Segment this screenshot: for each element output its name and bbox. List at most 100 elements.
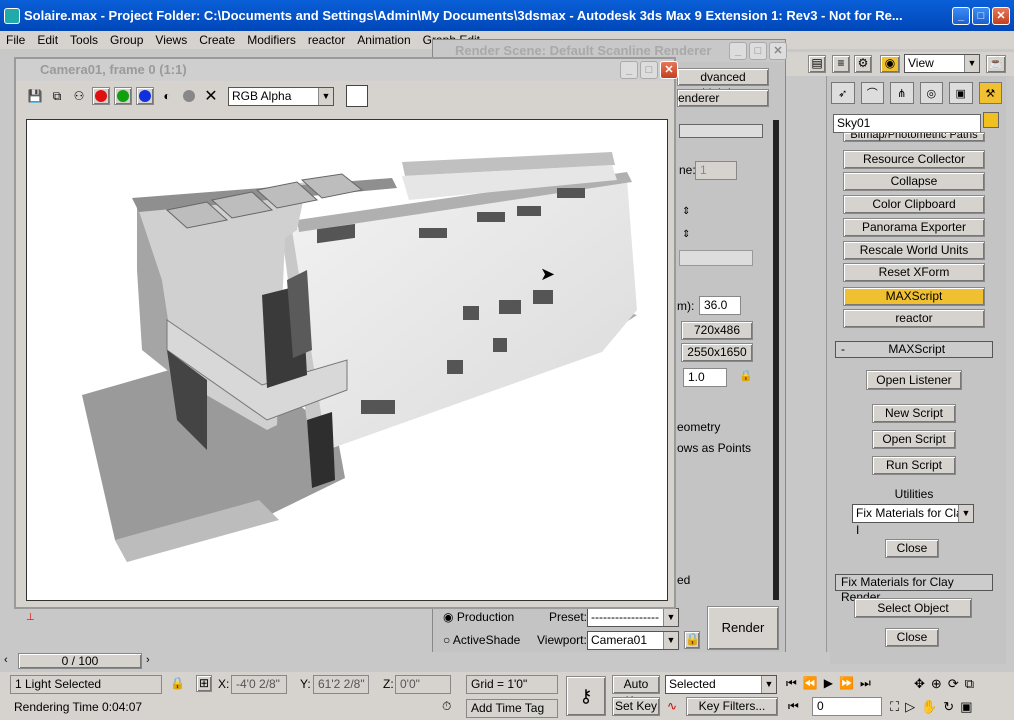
viewport-lock-icon[interactable]: 🔒	[684, 631, 700, 649]
menu-modifiers[interactable]: Modifiers	[241, 33, 302, 47]
red-channel-button[interactable]	[92, 87, 110, 105]
current-frame-field[interactable]: 0	[812, 697, 882, 716]
maxscript-rollout-header[interactable]: - MAXScript	[835, 341, 993, 358]
absolute-mode-icon[interactable]: ⊞	[196, 675, 212, 692]
clone-icon[interactable]: ⚇	[70, 87, 88, 105]
object-name-field[interactable]: Sky01	[833, 114, 981, 133]
set-key-button[interactable]: Set Key	[612, 697, 660, 716]
selection-lock-icon[interactable]: 🔒	[170, 676, 185, 690]
render-button[interactable]: Render	[707, 606, 779, 650]
zoom-all-icon[interactable]: ⊕	[931, 676, 942, 692]
maximize-viewport-icon[interactable]: ⧉	[965, 676, 974, 692]
close-button[interactable]: ✕	[992, 7, 1010, 25]
display-tab-icon[interactable]: ▣	[949, 82, 973, 104]
frame-maximize-button[interactable]: □	[640, 61, 658, 79]
quick-render-icon[interactable]: ☕	[986, 55, 1006, 73]
maximize-button[interactable]: □	[972, 7, 990, 25]
minimize-button[interactable]: _	[952, 7, 970, 25]
prev-key-icon[interactable]: ⏪	[803, 676, 818, 691]
clear-icon[interactable]: ✕	[202, 87, 220, 105]
spinner-icon[interactable]: ⇕	[682, 229, 690, 240]
copy-icon[interactable]: ⧉	[48, 87, 66, 105]
spinner-icon[interactable]: ⇕	[682, 206, 690, 217]
menu-reactor[interactable]: reactor	[302, 33, 351, 47]
select-object-button[interactable]: Select Object	[854, 598, 972, 618]
size-2550x1650-button[interactable]: 2550x1650	[681, 343, 753, 362]
close-fix-materials-button[interactable]: Close	[885, 628, 939, 647]
reactor-utility-button[interactable]: reactor	[843, 309, 985, 328]
viewport-dropdown[interactable]: Camera01 ▼	[587, 631, 679, 650]
production-radio[interactable]: ◉ Production	[443, 610, 514, 624]
tab-renderer[interactable]: enderer	[677, 89, 769, 107]
menu-file[interactable]: File	[0, 33, 31, 47]
option-geometry[interactable]: eometry	[677, 420, 720, 434]
field-of-view-icon[interactable]: ▷	[905, 699, 915, 715]
render-close-button[interactable]: ✕	[769, 42, 787, 60]
auto-key-button[interactable]: Auto Key	[612, 675, 660, 708]
menu-edit[interactable]: Edit	[31, 33, 64, 47]
menu-group[interactable]: Group	[104, 33, 149, 47]
y-coordinate-field[interactable]: 61'2 2/8"	[313, 675, 369, 694]
new-script-button[interactable]: New Script	[872, 404, 956, 423]
add-time-tag[interactable]: Add Time Tag	[466, 699, 558, 718]
orbit-icon[interactable]: ⟳	[948, 676, 959, 692]
resource-collector-button[interactable]: Resource Collector	[843, 150, 985, 169]
goto-end-icon[interactable]: ⏭	[860, 676, 871, 691]
motion-tab-icon[interactable]: ◎	[919, 82, 943, 104]
run-script-button[interactable]: Run Script	[872, 456, 956, 475]
utilities-dropdown[interactable]: Fix Materials for Clay I ▼	[852, 504, 974, 537]
key-filters-button[interactable]: Key Filters...	[686, 697, 778, 716]
set-key-icon[interactable]: ⚷	[566, 676, 606, 716]
green-channel-button[interactable]	[114, 87, 132, 105]
filename-field[interactable]	[679, 250, 753, 266]
z-coordinate-field[interactable]: 0'0"	[395, 675, 451, 694]
schematic-icon[interactable]: ⚙	[854, 55, 872, 73]
monochrome-icon[interactable]	[180, 87, 198, 105]
render-view-select[interactable]: View ▼	[904, 54, 980, 73]
utilities-tab-icon[interactable]: ⚒	[978, 82, 1002, 104]
open-script-button[interactable]: Open Script	[872, 430, 956, 449]
render-minimize-button[interactable]: _	[729, 42, 747, 60]
option-points[interactable]: ows as Points	[677, 441, 751, 455]
pixel-aspect-field[interactable]: 1.0	[683, 368, 727, 387]
open-listener-button[interactable]: Open Listener	[866, 370, 962, 390]
maxscript-utility-button[interactable]: MAXScript	[843, 287, 985, 306]
size-720x486-button[interactable]: 720x486	[681, 321, 753, 340]
x-coordinate-field[interactable]: -4'0 2/8"	[231, 675, 287, 694]
time-slider-thumb[interactable]: 0 / 100	[18, 653, 142, 669]
frame-close-button[interactable]: ✕	[660, 61, 678, 79]
frame-field[interactable]: 1	[695, 161, 737, 180]
next-key-icon[interactable]: ⏩	[839, 676, 854, 691]
prev-frame-icon[interactable]: ‹	[4, 654, 8, 666]
hierarchy-tab-icon[interactable]: ⋔	[890, 82, 914, 104]
color-clipboard-button[interactable]: Color Clipboard	[843, 195, 985, 214]
channel-dropdown[interactable]: RGB Alpha ▼	[228, 86, 334, 106]
curve-editor-icon[interactable]: ≡	[832, 55, 850, 73]
create-tab-icon[interactable]: ➶	[831, 82, 855, 104]
menu-views[interactable]: Views	[149, 33, 193, 47]
min-max-toggle-icon[interactable]: ▣	[960, 699, 972, 715]
render-maximize-button[interactable]: □	[749, 42, 767, 60]
goto-start-icon[interactable]: ⏮	[786, 676, 797, 691]
activeshade-radio[interactable]: ○ ActiveShade	[443, 633, 520, 647]
save-icon[interactable]: 💾	[26, 87, 44, 105]
menu-animation[interactable]: Animation	[351, 33, 416, 47]
rescale-world-units-button[interactable]: Rescale World Units	[843, 241, 985, 260]
zoom-icon[interactable]: ✥	[914, 676, 925, 692]
dialog-scrollbar[interactable]	[773, 120, 779, 600]
next-frame-icon[interactable]: ›	[146, 654, 150, 666]
key-mode-toggle-icon[interactable]: ⏮	[788, 699, 799, 714]
zoom-extents-icon[interactable]: ⛶	[890, 699, 899, 715]
close-maxscript-button[interactable]: Close	[885, 539, 939, 558]
panorama-exporter-button[interactable]: Panorama Exporter	[843, 218, 985, 237]
fix-materials-rollout-header[interactable]: Fix Materials for Clay Render	[835, 574, 993, 604]
aperture-width-field[interactable]: 36.0	[699, 296, 741, 315]
frame-minimize-button[interactable]: _	[620, 61, 638, 79]
tab-advanced-lighting[interactable]: dvanced Lighting	[677, 68, 769, 100]
key-mode-dropdown[interactable]: Selected ▼	[665, 675, 777, 694]
layer-icon[interactable]: ▤	[808, 55, 826, 73]
reset-xform-button[interactable]: Reset XForm	[843, 263, 985, 282]
collapse-button[interactable]: Collapse	[843, 172, 985, 191]
time-slider[interactable]: ‹ 0 / 100 ›	[0, 652, 830, 670]
alpha-channel-icon[interactable]: ◐	[158, 87, 176, 105]
